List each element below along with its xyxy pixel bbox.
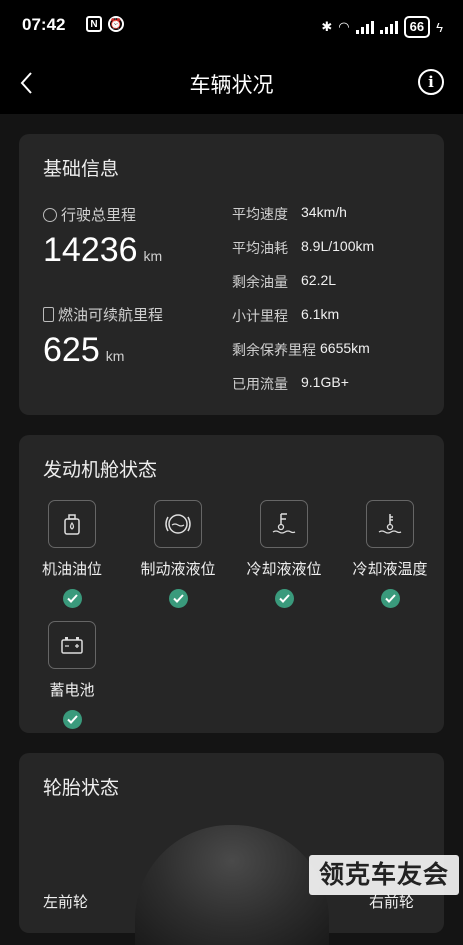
stat-value: 8.9L/100km	[301, 238, 375, 254]
engine-item-coolant-level[interactable]: 冷却液液位	[231, 500, 337, 608]
page-title: 车辆状况	[189, 74, 274, 97]
range-label: 燃油可续航里程	[43, 304, 163, 325]
nfc-icon: N	[86, 16, 102, 32]
battery-indicator: 66	[403, 16, 431, 38]
brake-fluid-icon	[154, 500, 202, 548]
range-label-text: 燃油可续航里程	[58, 307, 164, 324]
stat-value: 62.2L	[301, 272, 337, 288]
stat-row: 平均速度 34km/h	[232, 204, 347, 224]
basic-info-card: 基础信息 行驶总里程 14236 km 燃油可续航里程 625 km 平均速度 34…	[19, 134, 444, 415]
engine-item-label: 冷却液温度	[352, 561, 428, 578]
stat-row: 剩余油量 62.2L	[232, 272, 336, 292]
header: 车辆状况 i	[0, 52, 463, 114]
status-bar: 07:42 N ⏰ ✱ ◠ 66 ϟ	[0, 0, 463, 52]
engine-item-oil-level[interactable]: 机油油位	[19, 500, 125, 608]
stat-label: 平均油耗	[232, 240, 288, 256]
status-time: 07:42	[22, 15, 66, 34]
engine-item-label: 冷却液液位	[246, 561, 322, 578]
engine-item-coolant-temp[interactable]: 冷却液温度	[337, 500, 443, 608]
status-right: ✱ ◠ 66 ϟ	[321, 16, 443, 38]
stat-value: 6655km	[320, 340, 370, 356]
check-icon	[168, 589, 188, 608]
engine-item-label: 蓄电池	[49, 682, 95, 699]
oil-level-icon	[48, 500, 96, 548]
engine-status-card: 发动机舱状态 机油油位 制动液液位 冷却液液位 冷却液温度 蓄电池	[19, 435, 444, 733]
stat-label: 剩余保养里程	[232, 342, 316, 358]
total-mileage-value: 14236	[43, 231, 138, 269]
stat-label: 小计里程	[232, 308, 288, 324]
stat-row: 平均油耗 8.9L/100km	[232, 238, 374, 258]
fuel-pump-icon	[43, 307, 54, 322]
basic-info-title: 基础信息	[43, 159, 120, 180]
battery-icon	[48, 621, 96, 669]
watermark: 领克车友会	[309, 855, 459, 895]
check-icon	[274, 589, 294, 608]
range: 625 km	[43, 331, 124, 370]
engine-item-brake-fluid[interactable]: 制动液液位	[125, 500, 231, 608]
stat-label: 剩余油量	[232, 274, 288, 290]
car-top-view-image	[135, 825, 329, 945]
total-mileage-label-text: 行驶总里程	[61, 207, 137, 224]
coolant-level-icon	[260, 500, 308, 548]
info-button[interactable]: i	[418, 69, 444, 95]
coolant-temp-icon	[366, 500, 414, 548]
signal-icon-1	[355, 20, 374, 34]
range-value: 625	[43, 331, 100, 369]
total-mileage-unit: km	[143, 248, 163, 264]
engine-item-label: 机油油位	[41, 561, 102, 578]
wifi-icon: ◠	[338, 19, 350, 34]
check-icon	[62, 710, 82, 729]
front-left-tire-label: 左前轮	[43, 894, 89, 911]
bluetooth-icon: ✱	[321, 19, 333, 34]
engine-item-battery[interactable]: 蓄电池	[19, 621, 125, 729]
stat-row: 小计里程 6.1km	[232, 306, 339, 326]
total-mileage-label: 行驶总里程	[43, 204, 136, 225]
check-icon	[380, 589, 400, 608]
engine-status-title: 发动机舱状态	[43, 460, 158, 481]
stat-label: 平均速度	[232, 206, 288, 222]
tire-status-title: 轮胎状态	[43, 778, 120, 799]
stat-value: 6.1km	[301, 306, 340, 322]
charging-icon: ϟ	[436, 19, 443, 35]
engine-item-label: 制动液液位	[140, 561, 216, 578]
signal-icon-2	[379, 20, 398, 34]
status-left-icons: N ⏰	[86, 16, 124, 32]
info-icon: i	[428, 73, 434, 91]
stat-label: 已用流量	[232, 376, 288, 392]
check-icon	[62, 589, 82, 608]
tire-status-card: 轮胎状态 左前轮 右前轮	[19, 753, 444, 945]
stat-row: 剩余保养里程 6655km	[232, 340, 370, 360]
stat-value: 34km/h	[301, 204, 347, 220]
stat-row: 已用流量 9.1GB+	[232, 374, 349, 394]
odometer-icon	[43, 207, 57, 222]
alarm-icon: ⏰	[108, 16, 124, 32]
stat-value: 9.1GB+	[301, 374, 349, 390]
total-mileage: 14236 km	[43, 231, 162, 270]
range-unit: km	[105, 348, 125, 364]
